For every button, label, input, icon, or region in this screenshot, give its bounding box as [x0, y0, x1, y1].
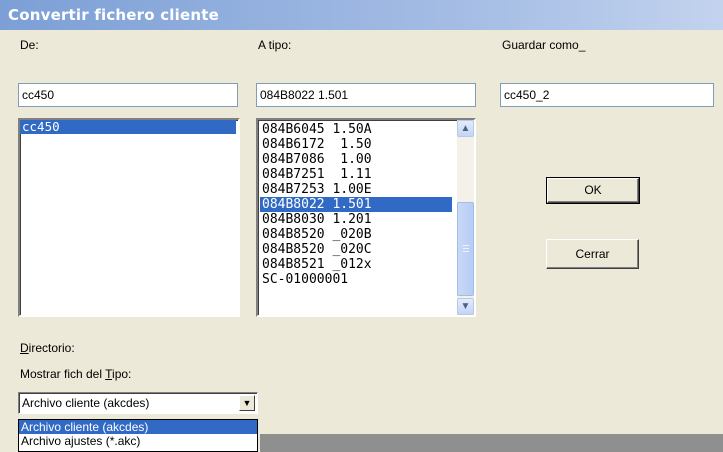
list-item[interactable]: 084B8521 _012x [260, 257, 452, 272]
dropdown-arrow-icon[interactable]: ▼ [239, 395, 255, 411]
background-strip [260, 434, 723, 452]
list-item[interactable]: cc450 [20, 120, 236, 134]
list-item-selected[interactable]: 084B8022 1.501 [260, 197, 452, 212]
dropdown-option-selected[interactable]: Archivo cliente (akcdes) [19, 420, 257, 434]
directorio-label: Directorio: [20, 341, 75, 355]
list-item[interactable]: 084B7251 1.11 [260, 167, 452, 182]
scroll-thumb[interactable] [457, 202, 474, 296]
list-item[interactable]: 084B7253 1.00E [260, 182, 452, 197]
cerrar-button[interactable]: Cerrar [546, 239, 639, 269]
list-item[interactable]: 084B6045 1.50A [260, 122, 452, 137]
file-type-value: Archivo cliente (akcdes) [22, 396, 150, 410]
a-tipo-label: A tipo: [258, 38, 292, 52]
window-title: Convertir fichero cliente [8, 6, 219, 24]
a-tipo-input[interactable]: 084B8022 1.501 [256, 83, 476, 107]
type-list-scrollbar[interactable]: ▲ ▼ [457, 120, 474, 315]
list-item[interactable]: 084B8520 _020C [260, 242, 452, 257]
chevron-down-icon[interactable]: ▼ [457, 298, 474, 315]
source-file-list[interactable]: cc450 [18, 118, 240, 317]
chevron-up-icon[interactable]: ▲ [457, 120, 474, 137]
list-item[interactable]: 084B8030 1.201 [260, 212, 452, 227]
de-input[interactable]: cc450 [18, 83, 238, 107]
title-bar[interactable]: Convertir fichero cliente [0, 0, 723, 30]
file-type-dropdown[interactable]: Archivo cliente (akcdes) ▼ [18, 392, 258, 414]
type-list[interactable]: 084B6045 1.50A 084B6172 1.50 084B7086 1.… [256, 118, 476, 317]
mostrar-tipo-label: Mostrar fich del Tipo: [20, 367, 132, 381]
list-item[interactable]: 084B7086 1.00 [260, 152, 452, 167]
guardar-como-input[interactable]: cc450_2 [500, 83, 714, 107]
file-type-options[interactable]: Archivo cliente (akcdes) Archivo ajustes… [18, 419, 258, 452]
guardar-como-label: Guardar como_ [502, 38, 586, 52]
list-item[interactable]: 084B8520 _020B [260, 227, 452, 242]
dropdown-option[interactable]: Archivo ajustes (*.akc) [19, 434, 257, 448]
de-label: De: [20, 38, 39, 52]
list-item[interactable]: 084B6172 1.50 [260, 137, 452, 152]
list-item[interactable]: SC-01000001 [260, 272, 452, 287]
ok-button[interactable]: OK [546, 177, 640, 204]
